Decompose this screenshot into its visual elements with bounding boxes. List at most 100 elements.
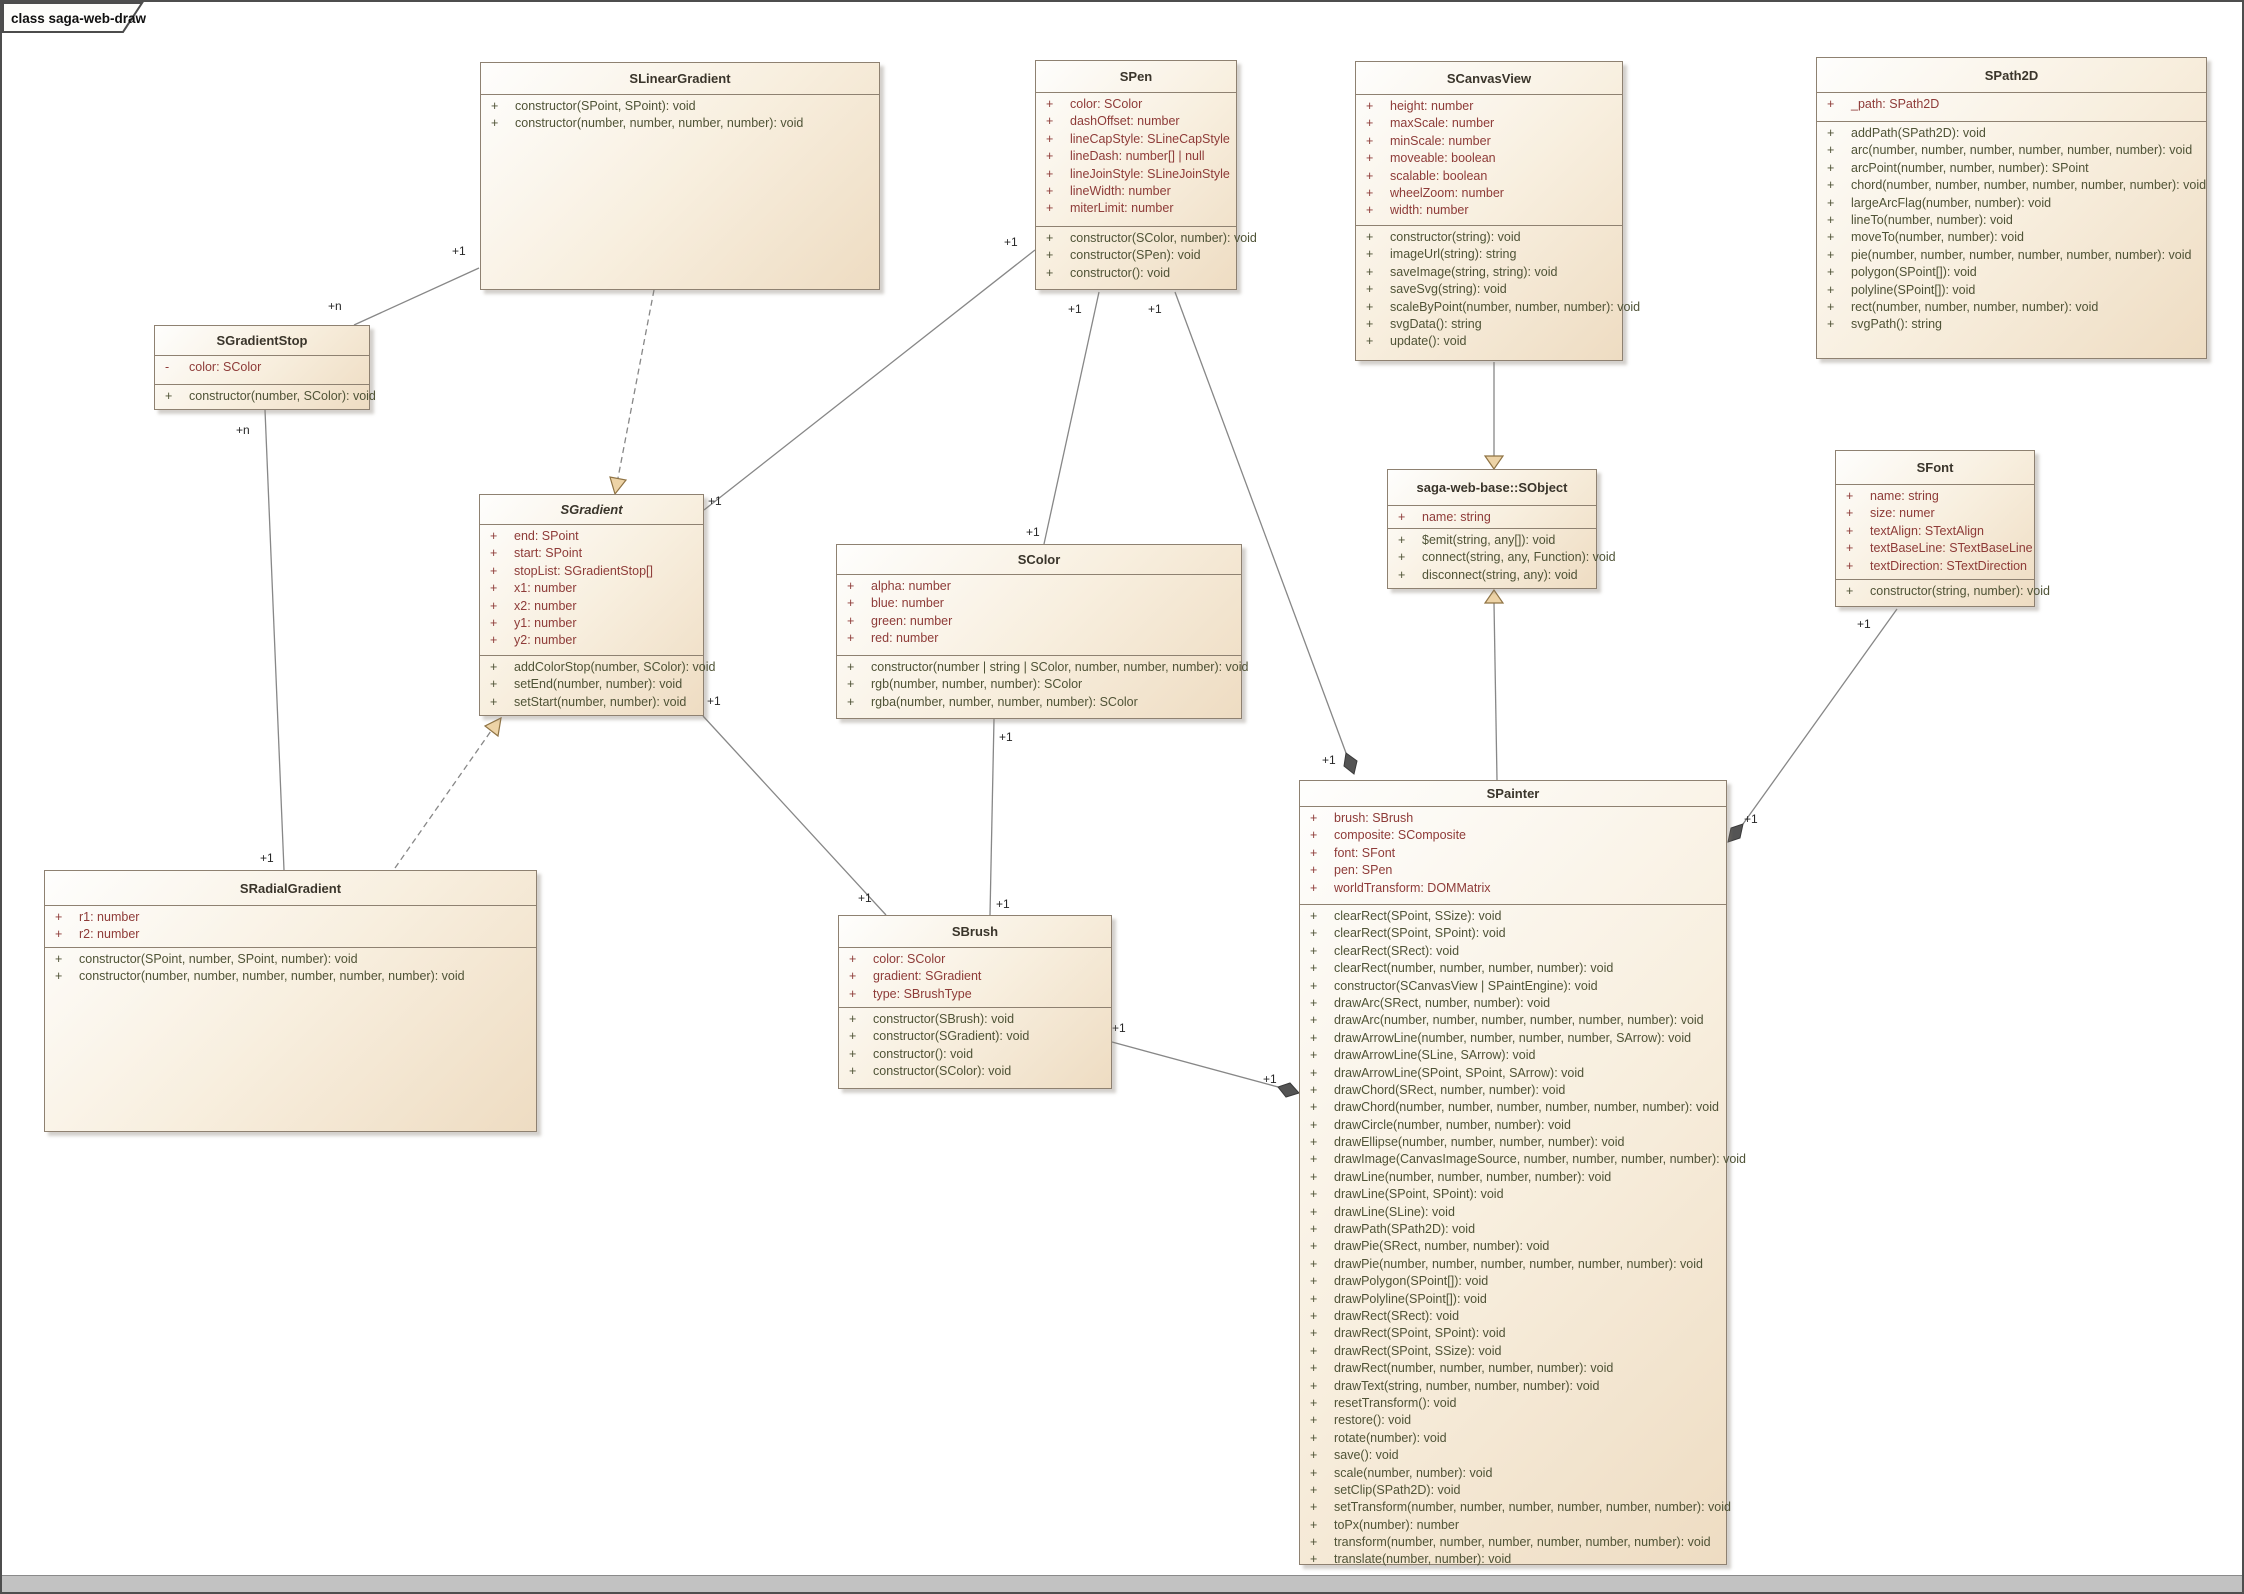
class-sobject[interactable]: saga-web-base::SObject +name: string +$e…	[1387, 469, 1597, 589]
operation-row: +constructor(number, SColor): void	[155, 388, 369, 405]
assoc-sgradientstop-slineargradient[interactable]	[354, 268, 479, 325]
class-title: SLinearGradient	[481, 63, 879, 95]
attributes-compartment: +color: SColor+dashOffset: number+lineCa…	[1036, 93, 1236, 227]
operation-row: +constructor(): void	[839, 1046, 1111, 1063]
attribute-row: +type: SBrushType	[839, 986, 1111, 1003]
operation-row: +restore(): void	[1300, 1412, 1726, 1429]
class-sradialgradient[interactable]: SRadialGradient +r1: number+r2: number +…	[44, 870, 537, 1132]
attribute-row: +alpha: number	[837, 578, 1241, 595]
class-sbrush[interactable]: SBrush +color: SColor+gradient: SGradien…	[838, 915, 1112, 1089]
generalization-spainter-sobject[interactable]	[1494, 603, 1497, 780]
operation-row: +addPath(SPath2D): void	[1817, 125, 2206, 142]
class-sfont[interactable]: SFont +name: string+size: numer+textAlig…	[1835, 450, 2035, 607]
class-title: SPainter	[1300, 781, 1726, 807]
operation-row: +constructor(string): void	[1356, 229, 1622, 246]
composition-spen-spainter-diamond-marker	[1344, 753, 1357, 774]
class-spainter[interactable]: SPainter +brush: SBrush+composite: SComp…	[1299, 780, 1727, 1565]
operation-row: +toPx(number): number	[1300, 1517, 1726, 1534]
operation-row: +constructor(): void	[1036, 265, 1236, 282]
attribute-row: +start: SPoint	[480, 545, 703, 562]
class-spen[interactable]: SPen +color: SColor+dashOffset: number+l…	[1035, 60, 1237, 290]
operation-row: +$emit(string, any[]): void	[1388, 532, 1596, 549]
operation-row: +clearRect(SRect): void	[1300, 943, 1726, 960]
operation-row: +drawRect(SPoint, SPoint): void	[1300, 1325, 1726, 1342]
assoc-scolor-sbrush[interactable]	[990, 719, 994, 915]
attribute-row: +red: number	[837, 630, 1241, 647]
generalization-slineargradient-sgradient[interactable]	[618, 290, 654, 478]
generalization-slineargradient-sgradient-triangle-marker	[610, 477, 626, 494]
operation-row: +drawArrowLine(number, number, number, n…	[1300, 1030, 1726, 1047]
operation-row: +drawEllipse(number, number, number, num…	[1300, 1134, 1726, 1151]
class-slineargradient[interactable]: SLinearGradient +constructor(SPoint, SPo…	[480, 62, 880, 290]
attribute-row: +brush: SBrush	[1300, 810, 1726, 827]
operation-row: +svgData(): string	[1356, 316, 1622, 333]
attribute-row: +lineWidth: number	[1036, 183, 1236, 200]
operations-compartment: +clearRect(SPoint, SSize): void+clearRec…	[1300, 905, 1726, 1569]
assoc-sgradientstop-slineargradient-multiplicity-1: +1	[452, 244, 466, 258]
operations-compartment: +constructor(SBrush): void+constructor(S…	[839, 1008, 1111, 1088]
generalization-spainter-sobject-triangle-marker	[1485, 590, 1503, 603]
class-sgradient[interactable]: SGradient +end: SPoint+start: SPoint+sto…	[479, 494, 704, 716]
attributes-compartment: +alpha: number+blue: number+green: numbe…	[837, 575, 1241, 656]
operation-row: +drawLine(number, number, number, number…	[1300, 1169, 1726, 1186]
composition-spen-spainter-multiplicity-1: +1	[1322, 753, 1336, 767]
operation-row: +drawPolygon(SPoint[]): void	[1300, 1273, 1726, 1290]
operations-compartment: +constructor(string): void+imageUrl(stri…	[1356, 226, 1622, 360]
attribute-row: +size: numer	[1836, 505, 2034, 522]
attributes-compartment: +name: string+size: numer+textAlign: STe…	[1836, 485, 2034, 580]
attribute-row: +blue: number	[837, 595, 1241, 612]
assoc-sgradientstop-sradialgradient-multiplicity-1: +1	[260, 851, 274, 865]
attributes-compartment: +height: number+maxScale: number+minScal…	[1356, 95, 1622, 226]
attribute-row: +name: string	[1836, 488, 2034, 505]
composition-sbrush-spainter-diamond-marker	[1278, 1083, 1299, 1097]
operation-row: +pie(number, number, number, number, num…	[1817, 247, 2206, 264]
operation-row: +drawPolyline(SPoint[]): void	[1300, 1291, 1726, 1308]
operation-row: +largeArcFlag(number, number): void	[1817, 195, 2206, 212]
class-sgradientstop[interactable]: SGradientStop -color: SColor +constructo…	[154, 325, 370, 410]
operation-row: +drawArrowLine(SLine, SArrow): void	[1300, 1047, 1726, 1064]
attribute-row: +r1: number	[45, 909, 536, 926]
class-title: SRadialGradient	[45, 871, 536, 906]
attribute-row: +height: number	[1356, 98, 1622, 115]
attribute-row: +lineDash: number[] | null	[1036, 148, 1236, 165]
attributes-compartment: +r1: number+r2: number	[45, 906, 536, 948]
operation-row: +constructor(SPoint, SPoint): void	[481, 98, 879, 115]
attribute-row: +lineJoinStyle: SLineJoinStyle	[1036, 166, 1236, 183]
generalization-sradialgradient-sgradient[interactable]	[395, 731, 491, 868]
attribute-row: +dashOffset: number	[1036, 113, 1236, 130]
composition-sbrush-spainter-multiplicity-1: +1	[1263, 1072, 1277, 1086]
operation-row: +transform(number, number, number, numbe…	[1300, 1534, 1726, 1551]
operation-row: +drawChord(SRect, number, number): void	[1300, 1082, 1726, 1099]
attributes-compartment: +name: string	[1388, 506, 1596, 529]
operation-row: +update(): void	[1356, 333, 1622, 350]
attributes-compartment: +end: SPoint+start: SPoint+stopList: SGr…	[480, 525, 703, 656]
class-scolor[interactable]: SColor +alpha: number+blue: number+green…	[836, 544, 1242, 719]
assoc-spen-scolor[interactable]	[1044, 292, 1099, 544]
operation-row: +resetTransform(): void	[1300, 1395, 1726, 1412]
operation-row: +constructor(SColor, number): void	[1036, 230, 1236, 247]
operation-row: +drawRect(SRect): void	[1300, 1308, 1726, 1325]
operation-row: +translate(number, number): void	[1300, 1551, 1726, 1568]
composition-sfont-spainter[interactable]	[1743, 609, 1897, 824]
attribute-row: +color: SColor	[1036, 96, 1236, 113]
composition-sfont-spainter-diamond-marker	[1728, 824, 1743, 842]
assoc-sgradientstop-sradialgradient[interactable]	[265, 410, 284, 870]
class-title: SGradient	[480, 495, 703, 525]
attribute-row: +scalable: boolean	[1356, 168, 1622, 185]
class-spath2d[interactable]: SPath2D +_path: SPath2D +addPath(SPath2D…	[1816, 57, 2207, 359]
attribute-row: +composite: SComposite	[1300, 827, 1726, 844]
assoc-sgradient-sbrush[interactable]	[703, 716, 886, 915]
operation-row: +drawText(string, number, number, number…	[1300, 1378, 1726, 1395]
attributes-compartment: -color: SColor	[155, 356, 369, 385]
attribute-row: +green: number	[837, 613, 1241, 630]
operation-row: +constructor(number | string | SColor, n…	[837, 659, 1241, 676]
operations-compartment: +constructor(number | string | SColor, n…	[837, 656, 1241, 718]
operation-row: +drawRect(number, number, number, number…	[1300, 1360, 1726, 1377]
operation-row: +setTransform(number, number, number, nu…	[1300, 1499, 1726, 1516]
composition-sbrush-spainter[interactable]	[1112, 1042, 1278, 1087]
operation-row: +saveImage(string, string): void	[1356, 264, 1622, 281]
attribute-row: +pen: SPen	[1300, 862, 1726, 879]
class-scanvasview[interactable]: SCanvasView +height: number+maxScale: nu…	[1355, 61, 1623, 361]
assoc-sgradient-spen-multiplicity-0: +1	[708, 494, 722, 508]
assoc-sgradientstop-slineargradient-multiplicity-0: +n	[328, 299, 342, 313]
